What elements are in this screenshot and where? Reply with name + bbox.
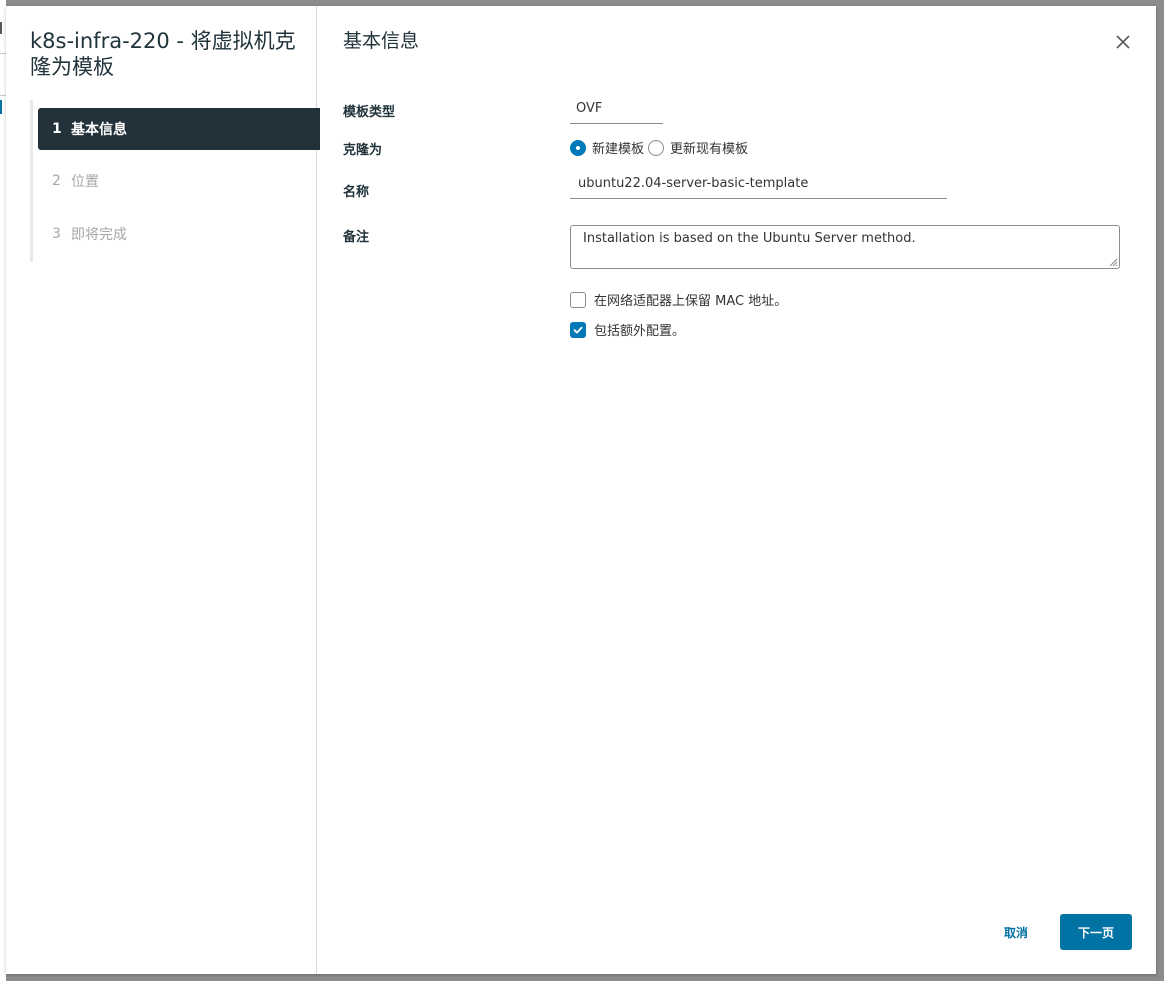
notes-textarea[interactable]: Installation is based on the Ubuntu Serv…	[570, 225, 1120, 269]
include-extra-config-checkbox[interactable]	[570, 321, 586, 338]
step-ready-to-complete[interactable]: 3 即将完成	[38, 213, 320, 255]
step-label: 即将完成	[71, 227, 127, 243]
clone-as-radio-group: 新建模板 更新现有模板	[570, 138, 752, 157]
background-link-fragment	[0, 100, 2, 114]
radio-label: 更新现有模板	[670, 142, 749, 157]
step-basic-info[interactable]: 1 基本信息	[38, 108, 320, 150]
name-input[interactable]: ubuntu22.04-server-basic-template	[570, 176, 947, 199]
template-type-label: 模板类型	[343, 105, 396, 120]
step-number: 3	[52, 226, 61, 242]
resize-grip-icon[interactable]	[1108, 257, 1118, 267]
checkbox-label: 包括额外配置。	[594, 324, 686, 339]
wizard-sidebar: k8s-infra-220 - 将虚拟机克隆为模板 1 基本信息 2 位置 3 …	[6, 6, 320, 974]
radio-button-selected[interactable]	[570, 139, 586, 156]
clone-as-label: 克隆为	[343, 143, 383, 158]
clone-to-template-dialog: k8s-infra-220 - 将虚拟机克隆为模板 1 基本信息 2 位置 3 …	[6, 6, 1156, 974]
next-button[interactable]: 下一页	[1060, 914, 1132, 950]
cancel-button[interactable]: 取消	[981, 914, 1051, 950]
radio-label: 新建模板	[592, 142, 645, 157]
radio-button[interactable]	[648, 139, 665, 156]
radio-update-existing-template[interactable]: 更新现有模板	[648, 138, 748, 157]
step-location[interactable]: 2 位置	[38, 160, 320, 202]
step-label: 基本信息	[71, 122, 127, 138]
close-button[interactable]	[1113, 32, 1133, 52]
checkmark-icon	[573, 326, 583, 333]
preserve-mac-checkbox-row[interactable]: 在网络适配器上保留 MAC 地址。	[570, 290, 787, 309]
include-extra-config-checkbox-row[interactable]: 包括额外配置。	[570, 320, 685, 339]
close-icon	[1116, 35, 1130, 49]
step-number: 1	[52, 121, 62, 137]
name-label: 名称	[343, 185, 370, 200]
preserve-mac-checkbox[interactable]	[570, 291, 586, 308]
background-fragment	[0, 22, 2, 34]
radio-new-template[interactable]: 新建模板	[570, 138, 644, 157]
notes-label: 备注	[343, 230, 370, 245]
wizard-content: 基本信息 模板类型 OVF 克隆为 新建模板 更新现有模板 名称 ubuntu2…	[317, 6, 1156, 974]
page-title: 基本信息	[343, 30, 420, 52]
checkbox-label: 在网络适配器上保留 MAC 地址。	[594, 294, 788, 309]
wizard-title: k8s-infra-220 - 将虚拟机克隆为模板	[30, 29, 296, 79]
step-number: 2	[52, 173, 61, 189]
template-type-value: OVF	[570, 101, 663, 124]
wizard-step-nav: 1 基本信息 2 位置 3 即将完成	[30, 100, 320, 262]
step-label: 位置	[71, 174, 99, 190]
